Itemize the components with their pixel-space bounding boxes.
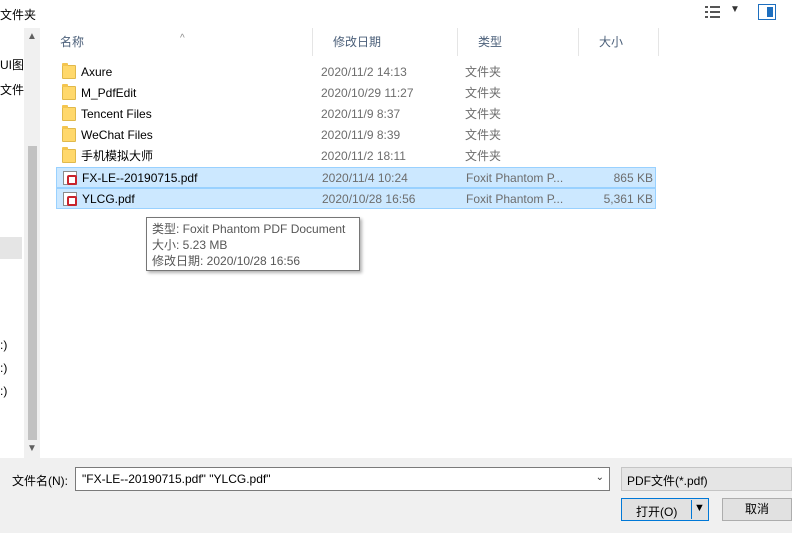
file-row[interactable]: Axure 2020/11/2 14:13 文件夹 [56,62,656,83]
preview-pane-button[interactable] [758,4,776,20]
open-button-label: 打开(O) [636,505,678,519]
file-row-selected[interactable]: YLCG.pdf 2020/10/28 16:56 Foxit Phantom … [56,188,656,209]
file-row[interactable]: M_PdfEdit 2020/10/29 11:27 文件夹 [56,83,656,104]
file-row-selected[interactable]: FX-LE--20190715.pdf 2020/11/4 10:24 Foxi… [56,167,656,188]
file-type: 文件夹 [465,149,502,163]
file-name: FX-LE--20190715.pdf [82,171,198,185]
file-type: 文件夹 [465,86,502,100]
filename-input[interactable]: "FX-LE--20190715.pdf" "YLCG.pdf" ⌄ [75,467,610,491]
file-size: 865 KB [613,171,653,185]
nav-item-3[interactable]: :) [0,338,7,352]
column-header-type[interactable]: 类型 [458,28,579,56]
file-name: Tencent Files [81,107,152,121]
navigation-pane: UI图 文件: :) :) :) [0,28,24,458]
scrollbar-thumb[interactable] [28,146,37,440]
preview-pane-icon [767,7,773,17]
dialog-toolbar: 文件夹 ▼ [0,0,792,28]
pdf-file-icon [63,171,77,185]
nav-selected-item[interactable] [0,237,22,259]
folder-icon [62,105,76,121]
file-type: 文件夹 [465,128,502,142]
chevron-down-icon[interactable]: ▼ [730,4,740,15]
file-date: 2020/10/28 16:56 [322,192,416,206]
folder-icon [62,63,76,79]
file-type: Foxit Phantom P... [466,192,564,206]
folder-icon [62,126,76,142]
file-type: 文件夹 [465,107,502,121]
file-name: M_PdfEdit [81,86,137,100]
column-date-label: 修改日期 [333,35,382,49]
file-row[interactable]: Tencent Files 2020/11/9 8:37 文件夹 [56,104,656,125]
file-size: 5,361 KB [603,192,653,206]
toolbar-folder-label: 文件夹 [0,8,37,22]
file-date: 2020/11/9 8:37 [321,107,401,121]
column-header-name[interactable]: 名称 ^ [40,28,313,56]
column-header-size[interactable]: 大小 [579,28,659,56]
tooltip-size: 大小: 5.23 MB [152,238,228,252]
file-type: Foxit Phantom P... [466,171,564,185]
file-row[interactable]: WeChat Files 2020/11/9 8:39 文件夹 [56,125,656,146]
file-name: 手机模拟大师 [81,149,154,163]
column-headers: 名称 ^ 修改日期 类型 大小 [40,28,792,56]
nav-item-1[interactable]: UI图 [0,56,24,73]
folder-icon [62,84,76,100]
details-view-icon [705,6,720,18]
column-name-label: 名称 [60,35,85,49]
dialog-footer: 文件名(N): "FX-LE--20190715.pdf" "YLCG.pdf"… [0,458,792,533]
file-date: 2020/11/2 18:11 [321,149,406,163]
open-button-separator [691,500,692,519]
file-type-filter[interactable]: PDF文件(*.pdf) [621,467,792,491]
folder-icon [62,147,76,163]
open-options-arrow-icon[interactable]: ▼ [694,502,705,514]
scroll-down-icon[interactable]: ▼ [24,440,40,458]
column-size-label: 大小 [599,35,624,49]
column-header-date[interactable]: 修改日期 [313,28,458,56]
filter-value: PDF文件(*.pdf) [627,474,708,488]
file-name: Axure [81,65,113,79]
file-info-tooltip: 类型: Foxit Phantom PDF Document 大小: 5.23 … [146,217,360,271]
open-button[interactable]: 打开(O) ▼ [621,498,709,521]
filename-value: "FX-LE--20190715.pdf" "YLCG.pdf" [82,472,271,486]
file-date: 2020/11/4 10:24 [322,171,408,185]
change-view-button[interactable]: ▼ [704,4,744,22]
scroll-up-icon[interactable]: ▲ [24,28,40,46]
tooltip-date: 修改日期: 2020/10/28 16:56 [152,254,301,268]
tooltip-type: 类型: Foxit Phantom PDF Document [152,222,346,236]
file-name: YLCG.pdf [82,192,135,206]
file-type: 文件夹 [465,65,502,79]
file-date: 2020/11/2 14:13 [321,65,407,79]
nav-item-5[interactable]: :) [0,384,7,398]
cancel-button[interactable]: 取消 [722,498,792,521]
file-date: 2020/11/9 8:39 [321,128,401,142]
filename-label: 文件名(N): [12,474,68,488]
pdf-file-icon [63,192,77,206]
filename-dropdown-icon[interactable]: ⌄ [596,472,604,483]
sort-ascending-icon: ^ [180,33,185,44]
file-date: 2020/10/29 11:27 [321,86,414,100]
column-type-label: 类型 [478,35,503,49]
file-name: WeChat Files [81,128,153,142]
file-row[interactable]: 手机模拟大师 2020/11/2 18:11 文件夹 [56,146,656,167]
nav-item-2[interactable]: 文件: [0,81,24,98]
nav-item-4[interactable]: :) [0,361,7,375]
nav-scrollbar[interactable]: ▲ ▼ [24,28,40,458]
